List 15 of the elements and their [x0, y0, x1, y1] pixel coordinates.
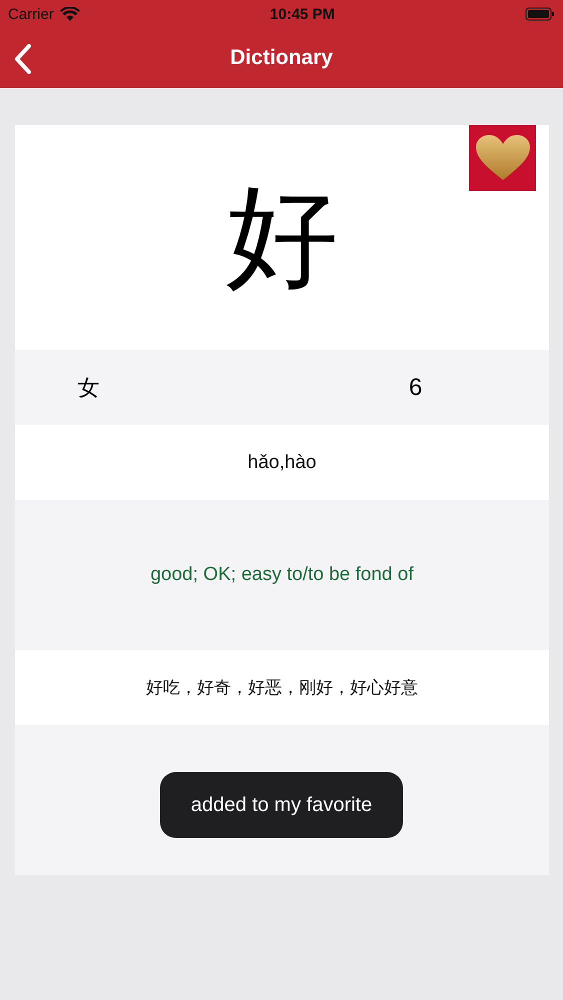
battery-icon	[524, 7, 555, 21]
heart-icon	[476, 135, 530, 181]
carrier-label: Carrier	[8, 6, 54, 22]
meaning: good; OK; easy to/to be fond of	[150, 564, 414, 586]
word-list: 好吃，好奇，好恶，刚好，好心好意	[146, 676, 418, 699]
toast: added to my favorite	[160, 772, 403, 838]
nav-title: Dictionary	[230, 46, 333, 70]
favorite-button[interactable]	[469, 125, 536, 191]
clock: 10:45 PM	[270, 6, 335, 22]
wifi-icon	[60, 7, 80, 21]
chinese-character: 好	[226, 171, 338, 304]
pinyin: hǎo,hào	[248, 452, 316, 474]
radical: 女	[76, 374, 100, 402]
stroke-count: 6	[408, 374, 424, 402]
chevron-left-icon	[14, 44, 32, 74]
